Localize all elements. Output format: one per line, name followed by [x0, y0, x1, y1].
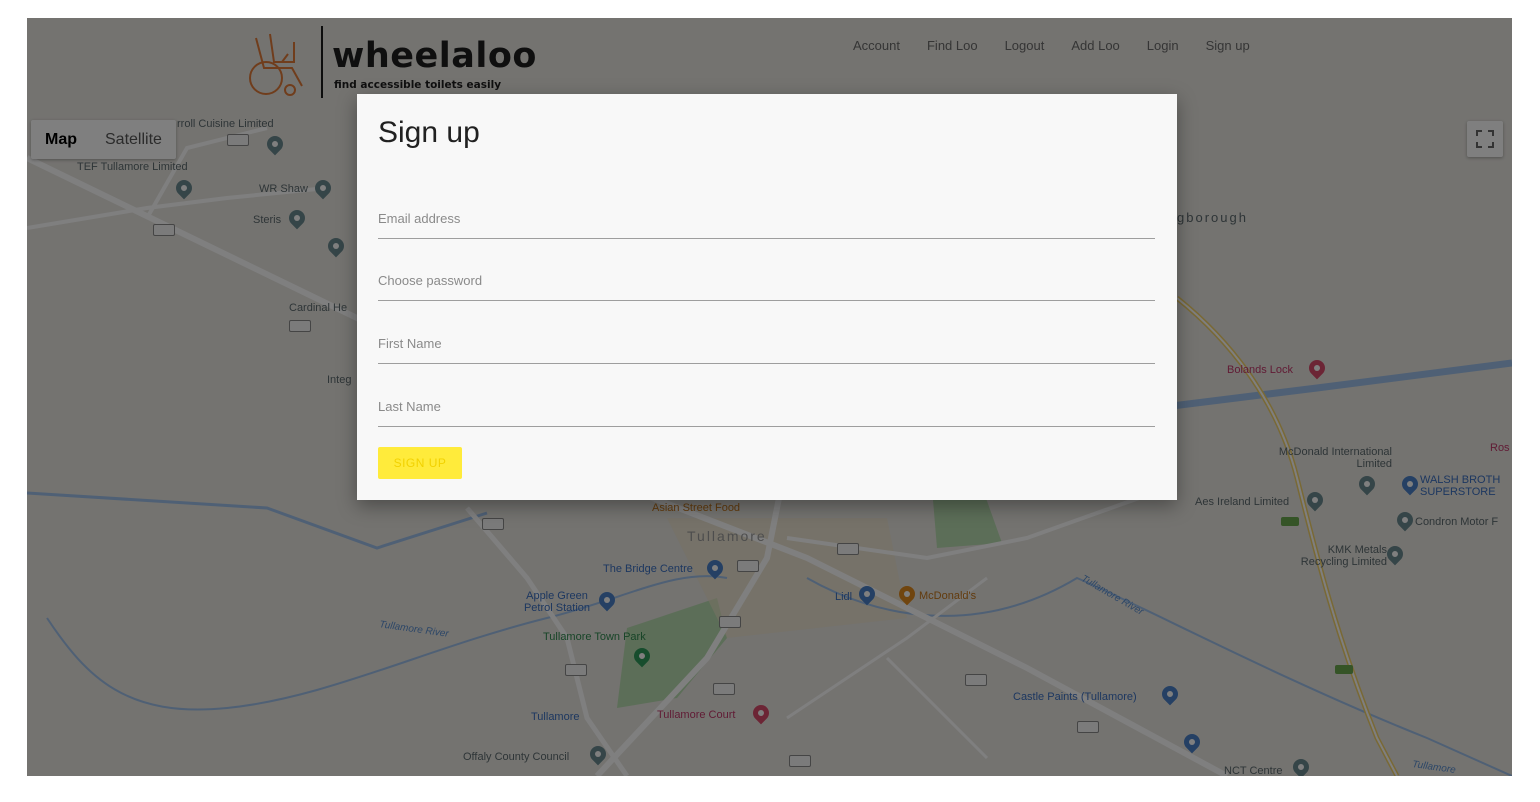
signup-dialog: Sign up SIGN UP [357, 94, 1177, 500]
last-name-input[interactable] [378, 386, 1155, 426]
email-field [378, 198, 1155, 239]
last-name-field [378, 386, 1155, 427]
password-field [378, 260, 1155, 301]
email-input[interactable] [378, 198, 1155, 238]
first-name-input[interactable] [378, 323, 1155, 363]
password-input[interactable] [378, 260, 1155, 300]
sign-up-button[interactable]: SIGN UP [378, 447, 462, 479]
app-frame: rroll Cuisine Limited TEF Tullamore Limi… [27, 18, 1512, 776]
first-name-field [378, 323, 1155, 364]
dialog-title: Sign up [378, 116, 480, 149]
